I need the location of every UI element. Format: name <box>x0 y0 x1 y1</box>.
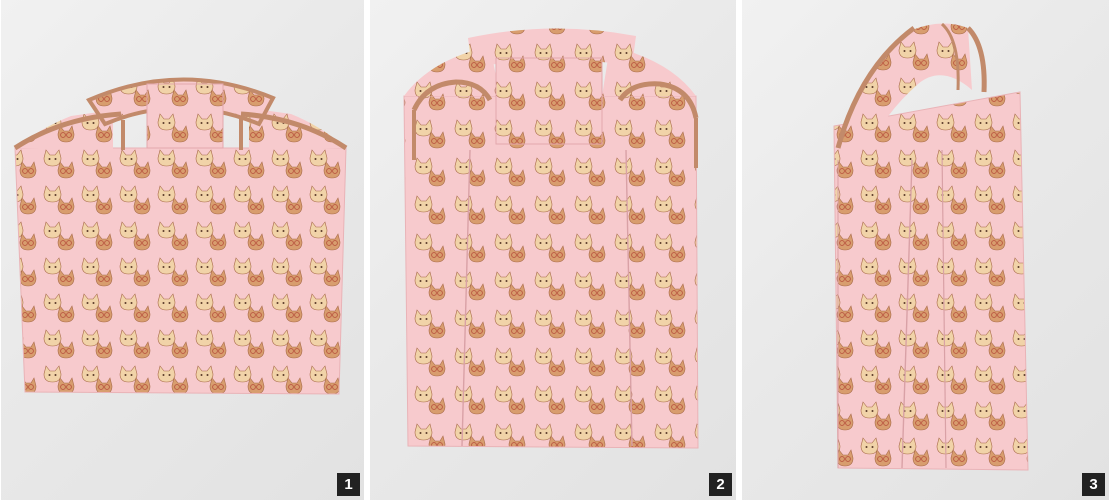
step-2-panel: 2 <box>370 0 736 500</box>
instruction-strip: 1 2 3 <box>0 0 1111 500</box>
bag-flat-illustration <box>13 77 348 395</box>
step-3-panel: 3 <box>742 0 1109 500</box>
step-number-badge: 1 <box>337 473 360 496</box>
bag-folded-sides-illustration <box>403 28 699 449</box>
step-number-badge: 2 <box>709 473 732 496</box>
step-1-panel: 1 <box>1 0 364 500</box>
bag-folded-lengthwise-illustration <box>833 22 1029 471</box>
step-number-badge: 3 <box>1082 473 1105 496</box>
